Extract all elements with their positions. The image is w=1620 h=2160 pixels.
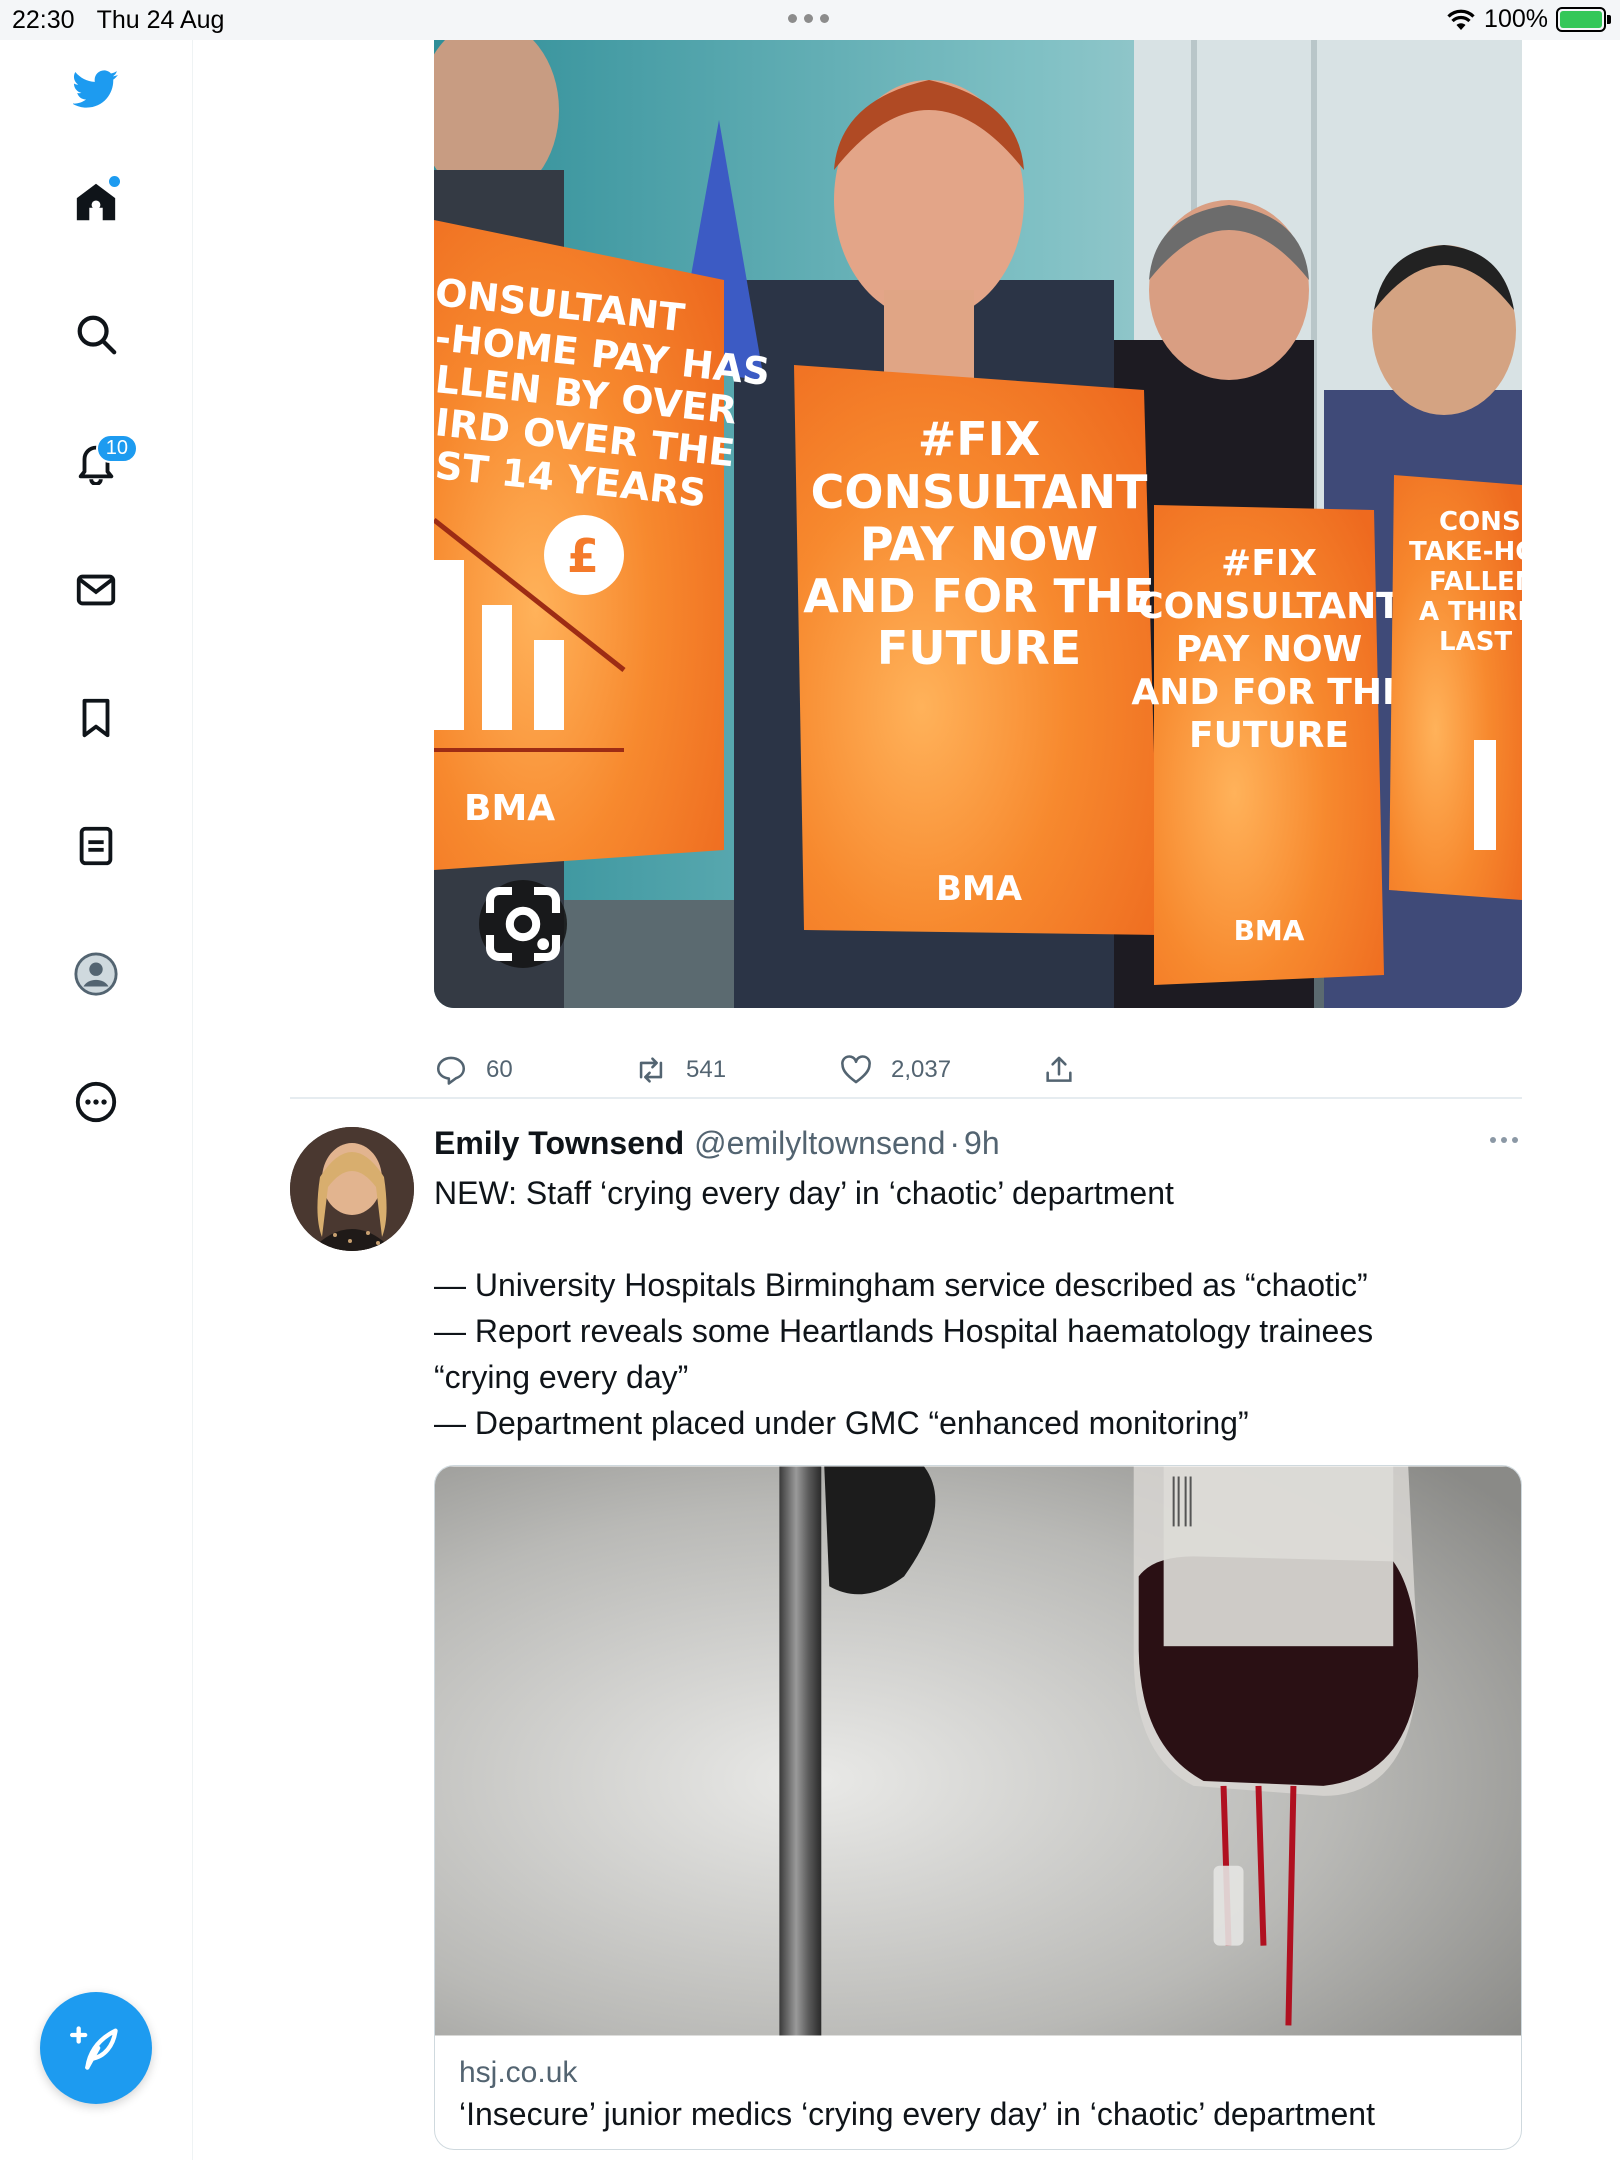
- more-icon: [75, 1081, 117, 1123]
- status-time: 22:30: [12, 6, 75, 34]
- retweet-button[interactable]: 541: [634, 1053, 839, 1087]
- battery-percent: 100%: [1484, 5, 1548, 33]
- pound-symbol: £: [567, 529, 599, 583]
- sidebar-item-home[interactable]: [60, 166, 132, 238]
- compose-tweet-button[interactable]: [40, 1992, 152, 2104]
- tweet-time[interactable]: 9h: [964, 1125, 1000, 1162]
- center-sign-logo: BMA: [936, 869, 1023, 909]
- mail-icon: [76, 574, 116, 606]
- notification-badge: 10: [95, 434, 138, 463]
- status-bar: 22:30 Thu 24 Aug 100%: [0, 0, 1620, 40]
- tweet2-text: NEW: Staff ‘crying every day’ in ‘chaoti…: [434, 1170, 1514, 1446]
- right-sign-line-5: FUTURE: [1189, 715, 1349, 756]
- author-handle[interactable]: @emilyltownsend: [694, 1125, 945, 1162]
- like-count: 2,037: [891, 1056, 952, 1083]
- tweet-text-line: NEW: Staff ‘crying every day’ in ‘chaoti…: [434, 1175, 1174, 1211]
- avatar[interactable]: [290, 1127, 414, 1251]
- right-sign-line-1: #FIX: [1221, 543, 1317, 584]
- camera-lens-icon: [485, 886, 561, 962]
- sidebar-item-profile[interactable]: [60, 938, 132, 1010]
- share-button[interactable]: [1042, 1053, 1076, 1087]
- center-sign-line-1: #FIX: [918, 412, 1041, 466]
- center-sign-line-2: CONSULTANT: [811, 465, 1148, 519]
- tweet-photo-protest[interactable]: ONSULTANT -HOME PAY HAS LLEN BY OVER IRD…: [434, 40, 1522, 1008]
- timeline: ONSULTANT -HOME PAY HAS LLEN BY OVER IRD…: [193, 40, 1620, 2160]
- time-separator: ·: [949, 1125, 961, 1161]
- list-icon: [79, 826, 113, 866]
- retweet-count: 541: [686, 1056, 727, 1083]
- left-sign-logo: BMA: [464, 788, 555, 829]
- sidebar-item-notifications[interactable]: 10: [60, 426, 138, 498]
- right-sign-logo: BMA: [1234, 914, 1305, 947]
- far-right-sign-line-2: TAKE-HOM: [1409, 537, 1522, 567]
- sidebar-item-bookmarks[interactable]: [60, 682, 132, 754]
- link-card-image: [435, 1466, 1521, 2036]
- far-right-sign-line-1: CONS: [1439, 507, 1521, 537]
- reply-count: 60: [486, 1056, 513, 1083]
- link-card-domain: hsj.co.uk: [459, 2056, 578, 2089]
- tweet2-header: Emily Townsend @emilyltownsend · 9h: [434, 1125, 1000, 1162]
- sidebar-item-messages[interactable]: [60, 554, 132, 626]
- tweet-text-line: — Report reveals some Heartlands Hospita…: [434, 1313, 1374, 1349]
- right-sign-line-4: AND FOR THE: [1131, 672, 1406, 713]
- retweet-icon: [639, 1057, 663, 1083]
- sidebar-item-explore[interactable]: [60, 298, 132, 370]
- far-right-sign-line-3: FALLEN: [1429, 567, 1522, 597]
- twitter-bird-icon[interactable]: [60, 53, 132, 125]
- battery-icon: [1556, 7, 1611, 32]
- share-icon: [1046, 1056, 1072, 1082]
- reply-button[interactable]: 60: [434, 1053, 634, 1087]
- tweet-divider: [290, 1097, 1522, 1099]
- sidebar-nav: 10: [0, 40, 193, 2160]
- tweet-text-line: — University Hospitals Birmingham servic…: [434, 1267, 1368, 1303]
- bookmark-icon: [82, 698, 110, 738]
- author-name[interactable]: Emily Townsend: [434, 1125, 684, 1162]
- multitasking-dots[interactable]: [788, 14, 829, 23]
- right-sign-line-3: PAY NOW: [1176, 629, 1363, 670]
- status-date: Thu 24 Aug: [96, 6, 225, 34]
- link-card-title: ‘Insecure’ junior medics ‘crying every d…: [459, 2096, 1375, 2132]
- far-right-sign-line-4: A THIRD: [1419, 597, 1522, 627]
- protest-photo: ONSULTANT -HOME PAY HAS LLEN BY OVER IRD…: [434, 40, 1522, 1008]
- wifi-icon: [1447, 9, 1475, 30]
- search-icon: [77, 315, 117, 355]
- link-card[interactable]: hsj.co.uk ‘Insecure’ junior medics ‘cryi…: [434, 1465, 1522, 2150]
- compose-tweet-icon: [70, 2026, 118, 2070]
- center-sign-line-3: PAY NOW: [860, 517, 1098, 571]
- tweet-text-line: — Department placed under GMC “enhanced …: [434, 1405, 1249, 1441]
- right-sign-line-2: CONSULTANT: [1137, 586, 1401, 627]
- home-new-dot: [109, 176, 120, 187]
- sidebar-item-more[interactable]: [60, 1066, 132, 1138]
- reply-icon: [436, 1056, 466, 1085]
- far-right-sign-line-5: LAST 1: [1439, 627, 1522, 657]
- tweet-more-button[interactable]: [1490, 1137, 1518, 1143]
- profile-icon: [74, 952, 118, 996]
- visual-search-button[interactable]: [479, 880, 567, 968]
- tweet1-actions: 60 541 2,037: [434, 1050, 1522, 1090]
- tweet-text-line: “crying every day”: [434, 1359, 689, 1395]
- sidebar-item-lists[interactable]: [60, 810, 132, 882]
- like-button[interactable]: 2,037: [839, 1053, 1042, 1087]
- center-sign-line-4: AND FOR THE: [803, 569, 1155, 623]
- center-sign-line-5: FUTURE: [877, 621, 1081, 675]
- heart-icon: [841, 1055, 871, 1084]
